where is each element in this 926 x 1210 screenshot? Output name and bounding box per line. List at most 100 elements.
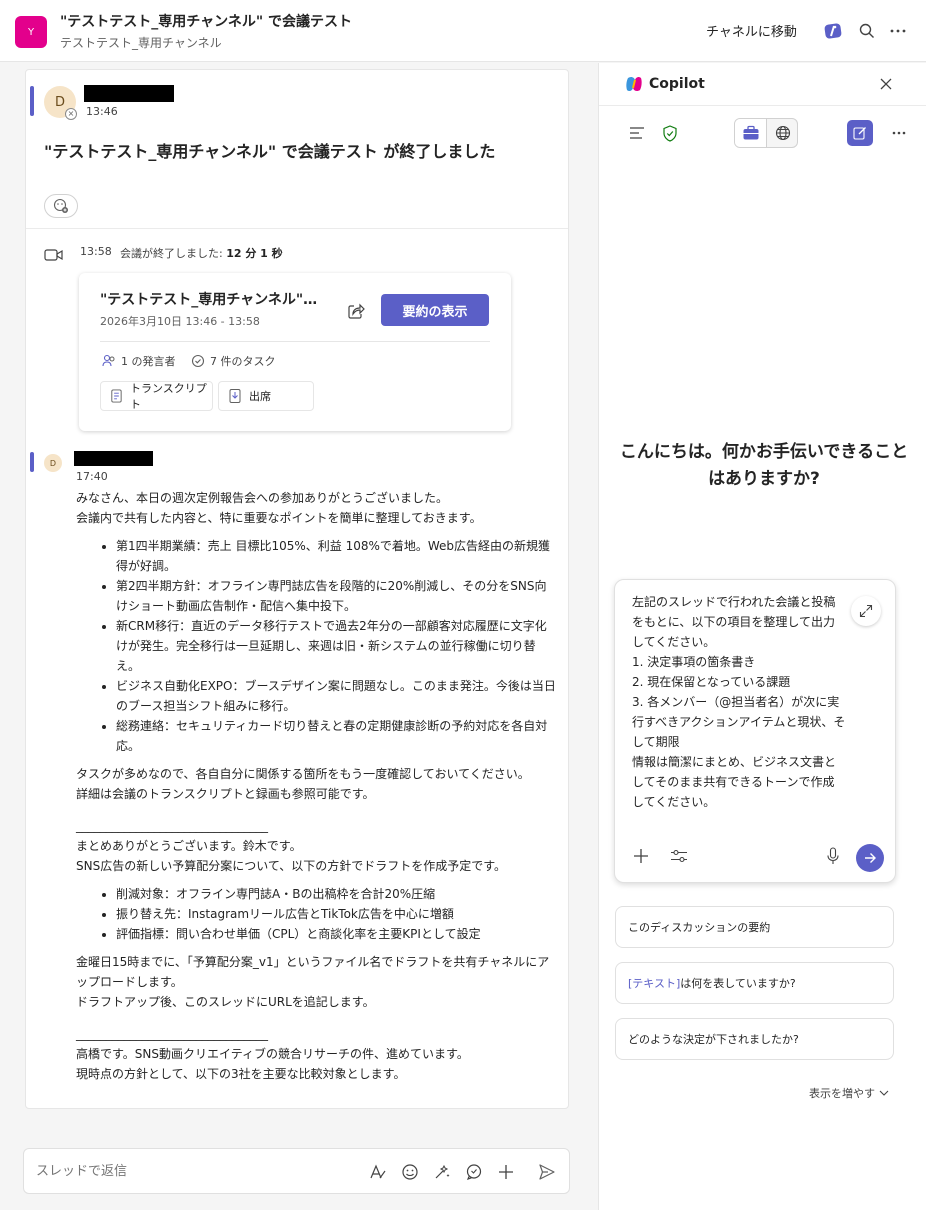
divider [100, 341, 490, 342]
redacted-name [84, 85, 174, 102]
thread-title: "テストテスト_専用チャンネル" で会議テスト [60, 14, 353, 30]
transcript-label: トランスクリプト [129, 382, 207, 411]
meeting-ended-title: "テストテスト_専用チャンネル" で会議テスト が終了しました [44, 142, 496, 161]
thread-card: D × 13:46 "テストテスト_専用チャンネル" で会議テスト が終了しまし… [25, 69, 569, 1109]
meeting-recap-card[interactable]: "テストテスト_専用チャンネル" で会議テスト 2026年3月10日 13:46… [79, 273, 511, 431]
transcript-icon [111, 389, 122, 403]
emoji-icon[interactable] [399, 1161, 421, 1183]
send-icon[interactable] [536, 1161, 558, 1183]
divider [26, 228, 568, 229]
divider-line: ________________________________ [76, 819, 268, 833]
thread-pane: D × 13:46 "テストテスト_専用チャンネル" で会議テスト が終了しまし… [0, 63, 598, 1210]
suggestion-chip[interactable]: どのような決定が下されましたか? [615, 1018, 894, 1060]
avatar-initial: D [54, 94, 65, 110]
share-icon[interactable] [347, 302, 367, 322]
message-paragraph: 詳細は会議のトランスクリプトと録画も参照可能です。 [76, 787, 375, 801]
post-accent-bar [30, 452, 34, 472]
view-summary-button[interactable]: 要約の表示 [381, 294, 489, 326]
format-icon[interactable] [367, 1161, 389, 1183]
chevron-down-icon [879, 1090, 889, 1096]
team-avatar[interactable]: Y [15, 16, 47, 48]
copilot-logo-icon [625, 75, 643, 93]
message-paragraph: 金曜日15時までに、「予算配分案_v1」というファイル名でドラフトを共有チャネル… [76, 955, 550, 989]
channel-name[interactable]: テストテスト_専用チャンネル [60, 34, 222, 51]
suggestion-tag: [テキスト] [628, 977, 681, 990]
list-item: 振り替え先：Instagramリール広告とTikTok広告を中心に増額 [116, 904, 556, 924]
tasks-count: 7 件のタスク [210, 355, 276, 368]
check-circle-icon [191, 354, 205, 368]
divider [599, 105, 926, 106]
suggestion-label: どのような決定が下されましたか? [628, 1033, 799, 1046]
status-offline-icon: × [65, 108, 77, 120]
suggestion-label: は何を表していますか? [680, 977, 796, 990]
search-icon[interactable] [856, 20, 878, 42]
avatar-initial: D [49, 458, 57, 468]
new-chat-button[interactable] [847, 120, 873, 146]
speakers-count: 1 の発言者 [121, 355, 176, 368]
meeting-end-time: 13:58 [80, 245, 112, 258]
list-item: 第2四半期方針：オフライン専門誌広告を段階的に20%削減し、その分をSNS向けシ… [116, 576, 556, 616]
post-accent-bar [30, 86, 34, 116]
bullet-list: 削減対象：オフライン専門誌A・Bの出稿枠を合計20%圧縮 振り替え先：Insta… [76, 884, 556, 944]
list-item: ビジネス自動化EXPO：ブースデザイン案に問題なし。このまま発注。今後は当日のブ… [116, 676, 556, 716]
copilot-title: Copilot [649, 76, 705, 92]
post-time: 17:40 [76, 470, 108, 483]
close-icon[interactable] [876, 74, 896, 94]
speakers-stat[interactable]: 1 の発言者 [102, 353, 176, 369]
transcript-chip[interactable]: トランスクリプト [100, 381, 213, 411]
attendance-icon [229, 389, 241, 403]
loop-icon[interactable] [431, 1161, 453, 1183]
shield-check-icon[interactable] [657, 120, 683, 146]
add-icon[interactable] [630, 845, 652, 867]
suggestion-chip[interactable]: [テキスト] は何を表していますか? [615, 962, 894, 1004]
list-item: 削減対象：オフライン専門誌A・Bの出稿枠を合計20%圧縮 [116, 884, 556, 904]
divider-line: ________________________________ [76, 1027, 268, 1041]
work-mode-toggle[interactable] [735, 119, 767, 147]
microphone-icon[interactable] [822, 845, 844, 867]
add-icon[interactable] [495, 1161, 517, 1183]
video-camera-icon [44, 248, 64, 266]
message-paragraph: タスクが多めなので、各自自分に関係する箇所をもう一度確認しておいてください。 [76, 767, 530, 781]
settings-sliders-icon[interactable] [668, 845, 690, 867]
more-options-icon[interactable] [886, 120, 912, 146]
list-item: 新CRM移行：直近のデータ移行テストで過去2年分の一部顧客対応履歴に文字化けが発… [116, 616, 556, 676]
chat-icon[interactable] [463, 1161, 485, 1183]
reply-input[interactable] [36, 1159, 336, 1183]
bullet-list: 第1四半期業績：売上 目標比105%、利益 108%で着地。Web広告経由の新規… [76, 536, 556, 756]
show-more-button[interactable]: 表示を増やす [809, 1085, 889, 1101]
tasks-stat[interactable]: 7 件のタスク [191, 353, 276, 369]
suggestion-chip[interactable]: このディスカッションの要約 [615, 906, 894, 948]
attendance-label: 出席 [249, 390, 271, 403]
copilot-prompt-box[interactable]: 左記のスレッドで行われた会議と投稿をもとに、以下の項目を整理して出力してください… [614, 579, 896, 883]
web-mode-toggle[interactable] [767, 119, 797, 147]
arrow-right-icon [865, 853, 876, 863]
suggestion-label: このディスカッションの要約 [628, 921, 771, 934]
send-button[interactable] [856, 844, 884, 872]
expand-icon[interactable] [851, 596, 881, 626]
show-more-label: 表示を増やす [809, 1087, 875, 1100]
meeting-ended-text: 会議が終了しました: 12 分 1 秒 [120, 245, 283, 261]
message-paragraph: 現時点の方針として、以下の3社を主要な比較対象とします。 [76, 1067, 406, 1081]
more-options-icon[interactable] [887, 20, 909, 42]
list-item: 評価指標：問い合わせ単価（CPL）と商談化率を主要KPIとして設定 [116, 924, 556, 944]
add-reaction-button[interactable] [44, 194, 78, 218]
history-menu-icon[interactable] [624, 120, 650, 146]
message-paragraph: まとめありがとうございます。鈴木です。 [76, 839, 302, 853]
copilot-icon[interactable] [822, 20, 844, 42]
copilot-greeting: こんにちは。何かお手伝いできることはありますか? [619, 442, 909, 489]
message-paragraph: SNS広告の新しい予算配分案について、以下の方針でドラフトを作成予定です。 [76, 859, 507, 873]
reply-box[interactable] [23, 1148, 570, 1194]
meeting-card-date: 2026年3月10日 13:46 - 13:58 [100, 315, 260, 328]
work-web-toggle[interactable] [734, 118, 798, 148]
compose-icon [853, 127, 866, 140]
message-paragraph: 高橋です。SNS動画クリエイティブの競合リサーチの件、進めています。 [76, 1047, 469, 1061]
prompt-input[interactable]: 左記のスレッドで行われた会議と投稿をもとに、以下の項目を整理して出力してください… [632, 592, 846, 812]
attendance-chip[interactable]: 出席 [218, 381, 314, 411]
meeting-card-title[interactable]: "テストテスト_専用チャンネル" で会議テスト [100, 289, 322, 309]
list-item: 第1四半期業績：売上 目標比105%、利益 108%で着地。Web広告経由の新規… [116, 536, 556, 576]
redacted-name [74, 451, 153, 466]
avatar[interactable]: D [44, 454, 62, 472]
message-paragraph: ドラフトアップ後、このスレッドにURLを追記します。 [76, 995, 375, 1009]
message-paragraph: 会議内で共有した内容と、特に重要なポイントを簡単に整理しておきます。 [76, 511, 482, 525]
goto-channel-button[interactable]: チャネルに移動 [706, 21, 797, 40]
